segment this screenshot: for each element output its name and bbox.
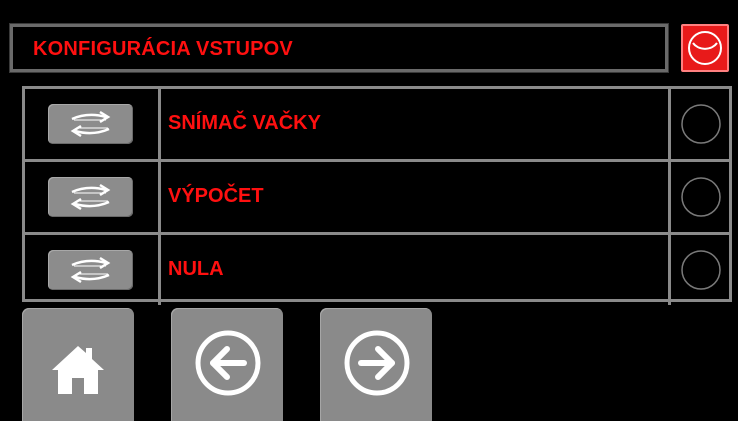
home-icon: [52, 346, 104, 394]
home-button[interactable]: [22, 308, 134, 421]
input-label: NULA: [168, 258, 224, 280]
status-indicator-icon: [681, 250, 721, 290]
arrow-left-circle-icon: [195, 330, 261, 396]
column-divider: [668, 89, 671, 159]
column-divider: [158, 235, 161, 305]
status-indicator-icon: [681, 104, 721, 144]
swap-button[interactable]: [48, 177, 133, 217]
swap-button[interactable]: [48, 104, 133, 144]
arrow-right-circle-icon: [344, 330, 410, 396]
swap-cell: [25, 235, 158, 305]
table-row: SNÍMAČ VAČKY: [25, 89, 729, 159]
column-divider: [158, 89, 161, 159]
swap-cell: [25, 89, 158, 159]
hmi-screen: KONFIGURÁCIA VSTUPOV SNÍMAČ VAČKY VÝPOČE…: [0, 0, 738, 421]
swap-arrows-icon: [70, 110, 111, 138]
swap-arrows-icon: [70, 256, 111, 284]
swap-cell: [25, 162, 158, 232]
input-label: VÝPOČET: [168, 185, 264, 207]
column-divider: [668, 235, 671, 305]
alarm-button[interactable]: [681, 24, 729, 72]
column-divider: [668, 162, 671, 232]
alarm-circle-icon: [688, 31, 722, 65]
table-row: NULA: [25, 235, 729, 305]
column-divider: [158, 162, 161, 232]
input-configuration-table: SNÍMAČ VAČKY VÝPOČET NULA: [22, 86, 732, 305]
input-label: SNÍMAČ VAČKY: [168, 112, 321, 134]
swap-button[interactable]: [48, 250, 133, 290]
status-indicator-icon: [681, 177, 721, 217]
swap-arrows-icon: [70, 183, 111, 211]
top-strip: [0, 0, 738, 14]
page-title: KONFIGURÁCIA VSTUPOV: [33, 38, 293, 60]
table-row: VÝPOČET: [25, 162, 729, 232]
back-button[interactable]: [171, 308, 283, 421]
title-bar: KONFIGURÁCIA VSTUPOV: [9, 23, 669, 73]
forward-button[interactable]: [320, 308, 432, 421]
